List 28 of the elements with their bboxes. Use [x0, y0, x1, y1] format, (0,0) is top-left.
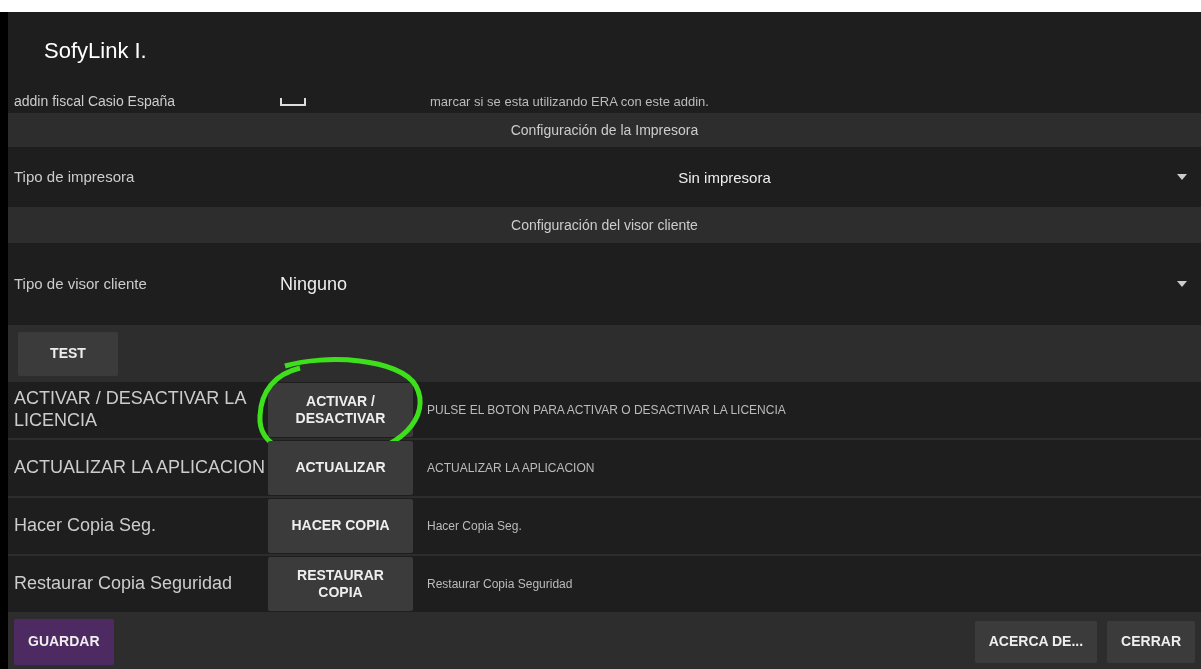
setting-label: Tipo de impresora: [14, 168, 136, 186]
action-description: ACTUALIZAR LA APLICACION: [427, 461, 595, 475]
action-button[interactable]: ACTUALIZAR: [268, 441, 413, 495]
setting-label: Tipo de visor cliente: [14, 275, 148, 293]
setting-label: addin fiscal Casio España: [14, 93, 177, 110]
footer-button[interactable]: CERRAR: [1107, 620, 1195, 663]
action-description: Hacer Copia Seg.: [427, 519, 522, 533]
action-button[interactable]: ACTIVAR / DESACTIVAR: [268, 383, 413, 437]
checkbox[interactable]: [280, 97, 306, 106]
section-header: Configuración del visor cliente: [510, 217, 699, 233]
test-button[interactable]: TEST: [18, 331, 118, 376]
action-button[interactable]: RESTAURAR COPIA: [268, 557, 413, 611]
action-label: Hacer Copia Seg.: [14, 515, 158, 537]
action-button[interactable]: HACER COPIA: [268, 499, 413, 553]
setting-description: marcar si se esta utilizando ERA con este addin.: [430, 94, 709, 109]
dropdown-arrow-icon: [1177, 281, 1187, 287]
footer-button[interactable]: ACERCA DE...: [974, 620, 1098, 663]
save-button[interactable]: GUARDAR: [14, 618, 114, 665]
window-title: SofyLink I.: [44, 38, 147, 64]
action-label: Restaurar Copia Seguridad: [14, 573, 234, 595]
action-description: PULSE EL BOTON PARA ACTIVAR O DESACTIVAR LA LICENCIA: [427, 403, 786, 417]
section-header: Configuración de la Impresora: [509, 122, 700, 138]
dropdown-select[interactable]: Sin impresora: [272, 168, 1195, 186]
action-label: ACTUALIZAR LA APLICACION: [14, 457, 267, 479]
action-description: Restaurar Copia Seguridad: [427, 577, 573, 591]
action-label: ACTIVAR / DESACTIVAR LA LICENCIA: [14, 388, 247, 432]
dropdown-select[interactable]: Ninguno: [272, 273, 1195, 295]
dropdown-arrow-icon: [1177, 174, 1187, 180]
